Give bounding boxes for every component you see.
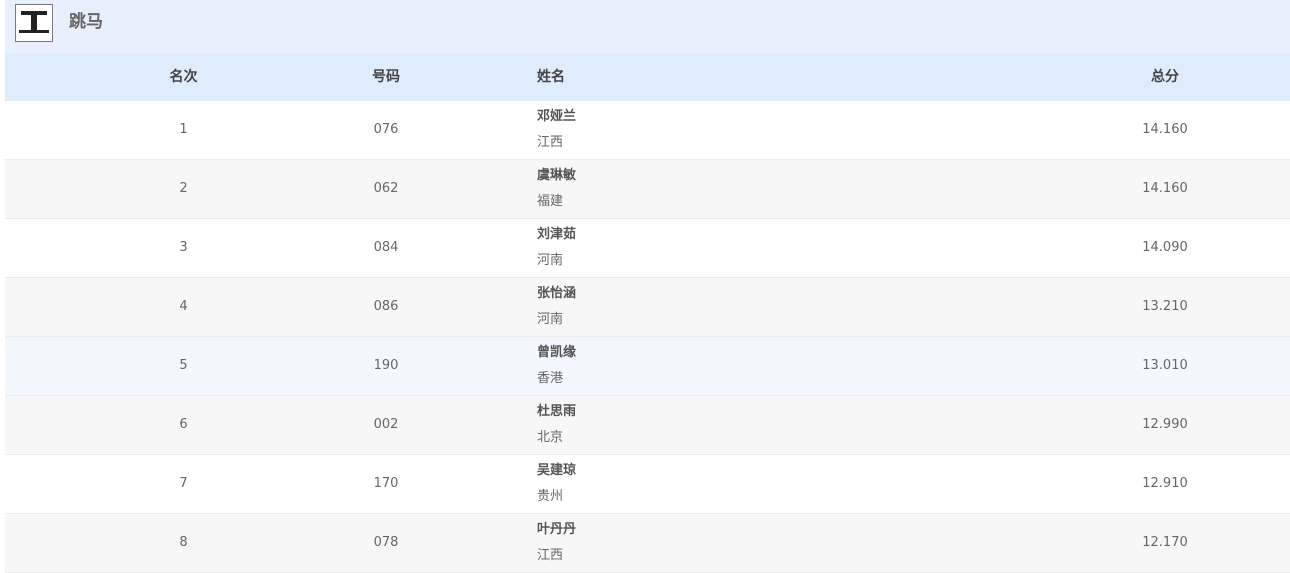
bib-cell: 084 <box>373 240 399 255</box>
score-cell: 12.990 <box>1142 417 1188 432</box>
athlete-name: 叶丹丹 <box>537 522 577 537</box>
athlete-team: 河南 <box>537 253 564 268</box>
results-panel: 跳马 名次 号码 姓名 总分 1 076 邓娅兰 江西 14.160 2 062… <box>5 0 1290 573</box>
column-header-score: 总分 <box>1151 69 1179 85</box>
score-cell: 14.160 <box>1142 122 1188 137</box>
score-cell: 12.170 <box>1142 535 1188 550</box>
table-row[interactable]: 5 190 曾凯缘 香港 13.010 <box>5 337 1290 396</box>
table-row[interactable]: 6 002 杜思雨 北京 12.990 <box>5 396 1290 455</box>
athlete-name: 杜思雨 <box>537 404 577 419</box>
athlete-team: 江西 <box>537 548 564 563</box>
bib-cell: 076 <box>373 122 399 137</box>
bib-cell: 002 <box>373 417 399 432</box>
athlete-team: 福建 <box>537 194 564 209</box>
results-table-body: 1 076 邓娅兰 江西 14.160 2 062 虞琳敏 福建 14.160 … <box>5 101 1290 573</box>
athlete-name: 邓娅兰 <box>537 109 577 124</box>
bib-cell: 086 <box>373 299 399 314</box>
bib-cell: 078 <box>373 535 399 550</box>
bib-cell: 062 <box>373 181 399 196</box>
score-cell: 14.160 <box>1142 181 1188 196</box>
table-header: 名次 号码 姓名 总分 <box>5 53 1290 101</box>
column-header-bib: 号码 <box>372 69 400 85</box>
athlete-team: 贵州 <box>537 489 564 504</box>
table-row[interactable]: 4 086 张怡涵 河南 13.210 <box>5 278 1290 337</box>
athlete-name: 虞琳敏 <box>537 168 577 183</box>
score-cell: 12.910 <box>1142 476 1188 491</box>
score-cell: 13.010 <box>1142 358 1188 373</box>
athlete-team: 江西 <box>537 135 564 150</box>
bib-cell: 190 <box>373 358 399 373</box>
table-row[interactable]: 7 170 吴建琼 贵州 12.910 <box>5 455 1290 514</box>
athlete-team: 北京 <box>537 430 564 445</box>
table-row[interactable]: 1 076 邓娅兰 江西 14.160 <box>5 101 1290 160</box>
column-header-name: 姓名 <box>537 69 565 85</box>
score-cell: 13.210 <box>1142 299 1188 314</box>
table-row[interactable]: 2 062 虞琳敏 福建 14.160 <box>5 160 1290 219</box>
gymnastics-vault-icon <box>15 4 53 42</box>
table-row[interactable]: 8 078 叶丹丹 江西 12.170 <box>5 514 1290 573</box>
athlete-team: 河南 <box>537 312 564 327</box>
event-title-bar: 跳马 <box>5 0 1290 53</box>
event-title: 跳马 <box>69 12 103 32</box>
bib-cell: 170 <box>373 476 399 491</box>
score-cell: 14.090 <box>1142 240 1188 255</box>
athlete-name: 刘津茹 <box>537 227 577 242</box>
athlete-name: 吴建琼 <box>537 463 577 478</box>
table-row[interactable]: 3 084 刘津茹 河南 14.090 <box>5 219 1290 278</box>
athlete-name: 张怡涵 <box>537 286 577 301</box>
athlete-team: 香港 <box>537 371 564 386</box>
athlete-name: 曾凯缘 <box>537 345 577 360</box>
